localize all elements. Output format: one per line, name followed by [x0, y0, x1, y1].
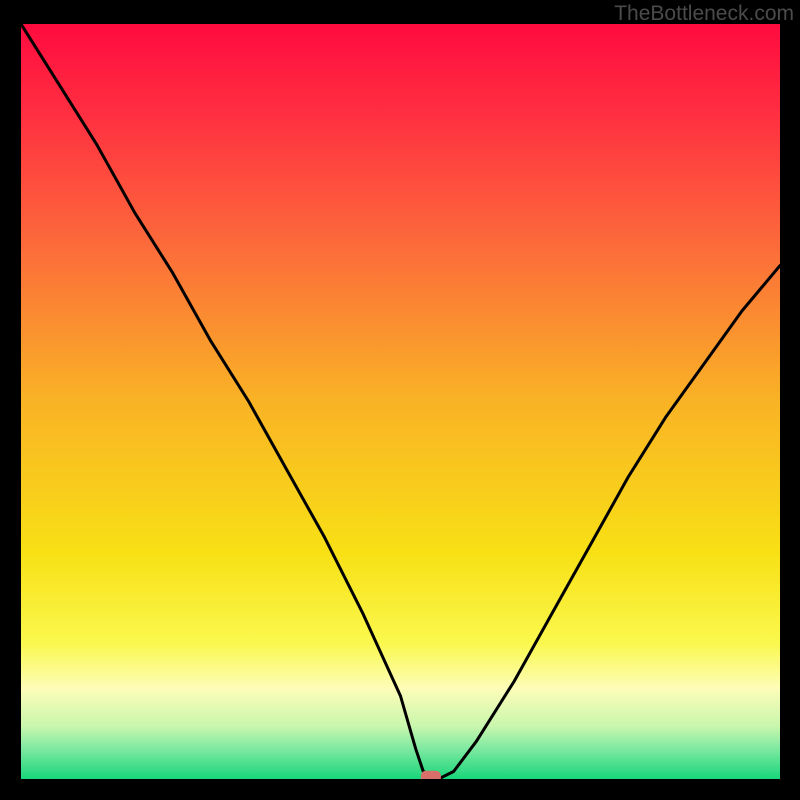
watermark-text: TheBottleneck.com	[614, 2, 794, 26]
optimal-marker	[421, 771, 441, 779]
gradient-background	[21, 24, 780, 779]
bottleneck-chart	[21, 24, 780, 779]
chart-area	[21, 24, 780, 779]
